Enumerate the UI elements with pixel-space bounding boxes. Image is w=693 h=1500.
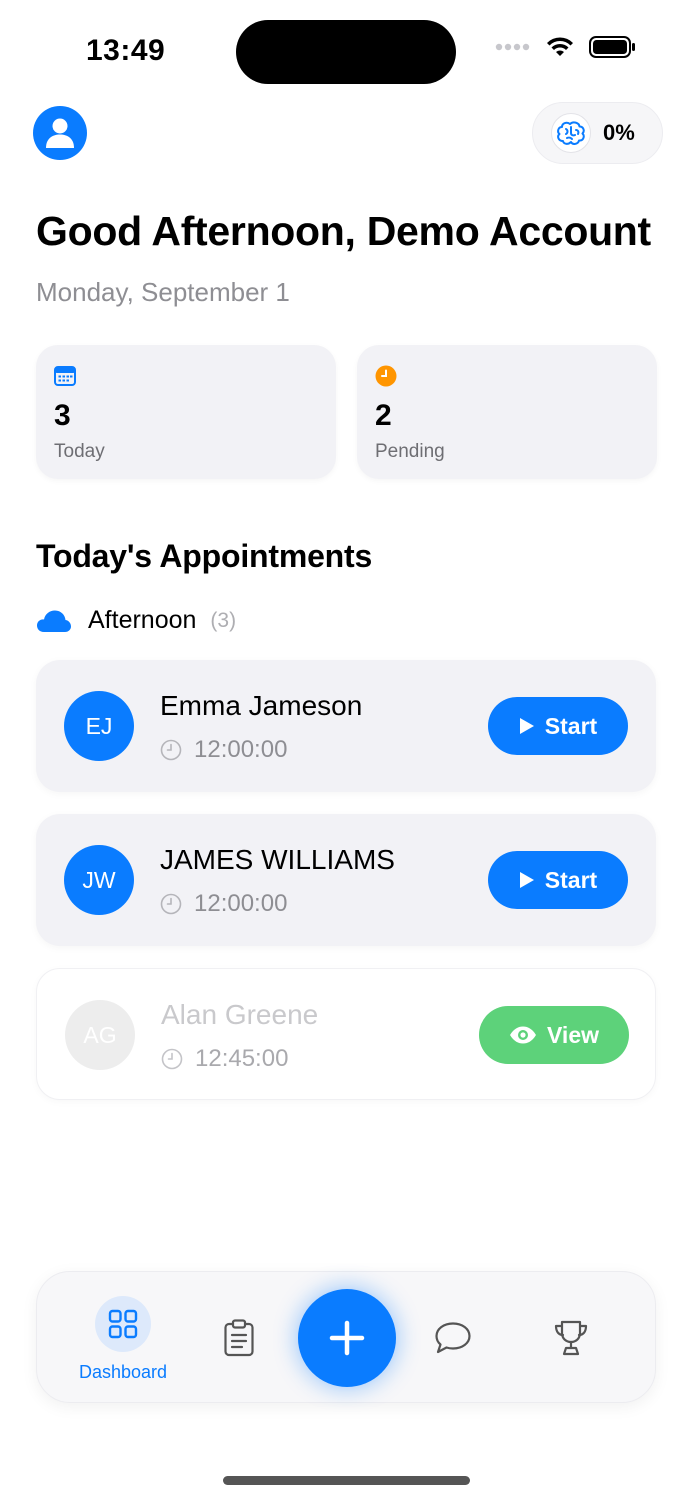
patient-name: Emma Jameson (160, 690, 363, 721)
brain-icon (551, 113, 591, 153)
clock-outline-icon (161, 1048, 183, 1070)
appointment-card[interactable]: EJ Emma Jameson 12:00:00 Start (36, 660, 656, 792)
clock-icon (375, 365, 397, 387)
pending-stat-card[interactable]: 2 Pending (357, 345, 657, 479)
patient-name: JAMES WILLIAMS (160, 844, 395, 875)
patient-name: Alan Greene (161, 999, 319, 1030)
appointment-time-text: 12:00:00 (194, 890, 288, 917)
period-label: Afternoon (88, 606, 197, 634)
cellular-signal-icon (495, 43, 530, 51)
user-icon (46, 118, 74, 148)
period-count: (3) (210, 608, 237, 632)
tab-achievements[interactable] (551, 1318, 591, 1358)
clipboard-icon (224, 1319, 254, 1357)
appointment-time: 12:00:00 (160, 736, 287, 764)
clock-outline-icon (160, 893, 182, 915)
pending-label: Pending (375, 441, 445, 462)
status-time: 13:49 (86, 34, 166, 67)
appointments-section-title: Today's Appointments (36, 538, 373, 574)
clock-outline-icon (160, 739, 182, 761)
eye-icon (510, 1026, 536, 1044)
tab-dashboard[interactable]: Dashboard (73, 1296, 173, 1383)
plus-icon (329, 1320, 365, 1356)
bottom-tab-bar: Dashboard (36, 1271, 656, 1403)
appointment-time-text: 12:45:00 (195, 1045, 289, 1072)
pending-count: 2 (375, 399, 392, 432)
cloud-icon (37, 610, 71, 632)
start-button[interactable]: Start (488, 851, 628, 909)
appointment-card[interactable]: AG Alan Greene 12:45:00 View (36, 968, 656, 1100)
appointment-card[interactable]: JW JAMES WILLIAMS 12:00:00 Start (36, 814, 656, 946)
home-indicator (223, 1476, 470, 1485)
dashboard-icon (95, 1296, 151, 1352)
start-button[interactable]: Start (488, 697, 628, 755)
battery-icon (589, 36, 635, 58)
play-icon (519, 872, 534, 888)
appointment-time: 12:45:00 (161, 1045, 288, 1073)
view-button-label: View (547, 1021, 599, 1048)
chat-icon (435, 1322, 471, 1354)
appointment-time: 12:00:00 (160, 890, 287, 918)
today-stat-card[interactable]: 3 Today (36, 345, 336, 479)
today-count: 3 (54, 399, 71, 432)
view-button[interactable]: View (479, 1006, 629, 1064)
add-appointment-button[interactable] (298, 1289, 396, 1387)
ai-usage-pill[interactable]: 0% (532, 102, 663, 164)
tab-notes[interactable] (219, 1318, 259, 1358)
ai-usage-percent: 0% (603, 120, 635, 145)
patient-avatar: EJ (64, 691, 134, 761)
patient-avatar: AG (65, 1000, 135, 1070)
appointment-time-text: 12:00:00 (194, 736, 288, 763)
wifi-icon (547, 37, 573, 56)
calendar-icon (54, 365, 76, 387)
dynamic-island (236, 20, 456, 84)
trophy-icon (554, 1320, 588, 1356)
status-bar: 13:49 (0, 0, 693, 100)
start-button-label: Start (544, 712, 598, 739)
status-icons (495, 36, 637, 58)
today-label: Today (54, 441, 105, 462)
start-button-label: Start (544, 866, 598, 893)
patient-avatar: JW (64, 845, 134, 915)
tab-dashboard-label: Dashboard (78, 1362, 168, 1382)
play-icon (519, 718, 534, 734)
tab-messages[interactable] (433, 1318, 473, 1358)
afternoon-group-header: Afternoon (3) (36, 606, 236, 635)
profile-button[interactable] (33, 106, 87, 160)
greeting-title: Good Afternoon, Demo Account (36, 208, 651, 254)
current-date: Monday, September 1 (36, 277, 290, 307)
